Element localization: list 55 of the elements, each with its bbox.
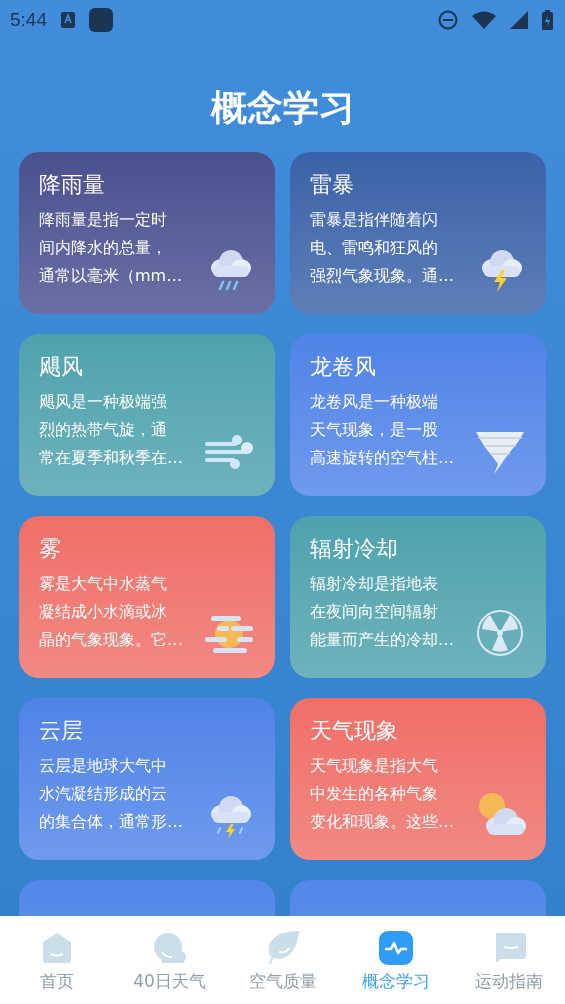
card-description-line: 强烈气象现象。通…	[310, 265, 454, 287]
card-description-line: 在夜间向空间辐射	[310, 601, 438, 623]
card-description-line: 烈的热带气旋，通	[39, 419, 167, 441]
concept-card[interactable]: 雾 雾是大气中水蒸气 凝结成小水滴或冰 晶的气象现象。它…	[19, 516, 275, 678]
nav-tab[interactable]: 空气质量	[226, 916, 339, 1004]
signal-icon	[510, 11, 528, 29]
nav-tab[interactable]: 运动指南	[452, 916, 565, 1004]
card-title: 云层	[39, 717, 83, 745]
wifi-icon	[472, 11, 496, 29]
keyboard-icon	[61, 12, 75, 28]
card-description-line: 的集合体，通常形…	[39, 811, 183, 833]
concept-card[interactable]: 天气现象 天气现象是指大气 中发生的各种气象 变化和现象。这些…	[290, 698, 546, 860]
nav-tab[interactable]: 首页	[0, 916, 113, 1004]
card-description-line: 雷暴是指伴随着闪	[310, 209, 438, 231]
card-description-line: 高速旋转的空气柱…	[310, 447, 454, 469]
card-description-line: 通常以毫米（mm…	[39, 265, 183, 287]
card-description-line: 降雨量是指一定时	[39, 209, 167, 231]
card-title: 辐射冷却	[310, 535, 398, 563]
card-title: 天气现象	[310, 717, 398, 745]
card-title: 雾	[39, 535, 61, 563]
card-description-line: 飓风是一种极端强	[39, 391, 167, 413]
card-description-line: 天气现象是指大气	[310, 755, 438, 777]
clock-time: 5:44	[10, 9, 47, 31]
nav-tab[interactable]: 40日天气	[113, 916, 226, 1004]
card-description-line: 雾是大气中水蒸气	[39, 573, 167, 595]
page-title: 概念学习	[210, 86, 355, 130]
card-description-line: 辐射冷却是指地表	[310, 573, 438, 595]
card-description-line: 晶的气象现象。它…	[39, 629, 183, 651]
concept-card[interactable]: 辐射冷却 辐射冷却是指地表 在夜间向空间辐射 能量而产生的冷却…	[290, 516, 546, 678]
nav-tab[interactable]: 概念学习	[339, 916, 452, 1004]
card-description-line: 常在夏季和秋季在…	[39, 447, 183, 469]
card-title: 降雨量	[39, 171, 105, 199]
pulse-icon	[377, 930, 414, 966]
card-title: 雷暴	[310, 171, 354, 199]
card-description-line: 云层是地球大气中	[39, 755, 167, 777]
card-description-line: 龙卷风是一种极端	[310, 391, 438, 413]
app-icon	[89, 8, 113, 32]
cloud-icon	[151, 930, 188, 966]
card-title: 龙卷风	[310, 353, 376, 381]
card-description-line: 中发生的各种气象	[310, 783, 438, 805]
concept-card[interactable]: 飓风 飓风是一种极端强 烈的热带气旋，通 常在夏季和秋季在…	[19, 334, 275, 496]
card-description-line: 水汽凝结形成的云	[39, 783, 167, 805]
concept-card[interactable]: 龙卷风 龙卷风是一种极端 天气现象，是一股 高速旋转的空气柱…	[290, 334, 546, 496]
card-title: 飓风	[39, 353, 83, 381]
card-description-line: 能量而产生的冷却…	[310, 629, 454, 651]
card-description-line: 变化和现象。这些…	[310, 811, 454, 833]
concept-card[interactable]: 雷暴 雷暴是指伴随着闪 电、雷鸣和狂风的 强烈气象现象。通…	[290, 152, 546, 314]
concept-card[interactable]: 降雨量 降雨量是指一定时 间内降水的总量， 通常以毫米（mm…	[19, 152, 275, 314]
battery-icon	[542, 10, 553, 30]
do-not-disturb-icon	[438, 10, 458, 30]
concept-card[interactable]: 云层 云层是地球大气中 水汽凝结形成的云 的集合体，通常形…	[19, 698, 275, 860]
card-description-line: 凝结成小水滴或冰	[39, 601, 167, 623]
card-description-line: 天气现象，是一股	[310, 419, 438, 441]
card-description-line: 间内降水的总量，	[39, 237, 167, 259]
card-description-line: 电、雷鸣和狂风的	[310, 237, 438, 259]
